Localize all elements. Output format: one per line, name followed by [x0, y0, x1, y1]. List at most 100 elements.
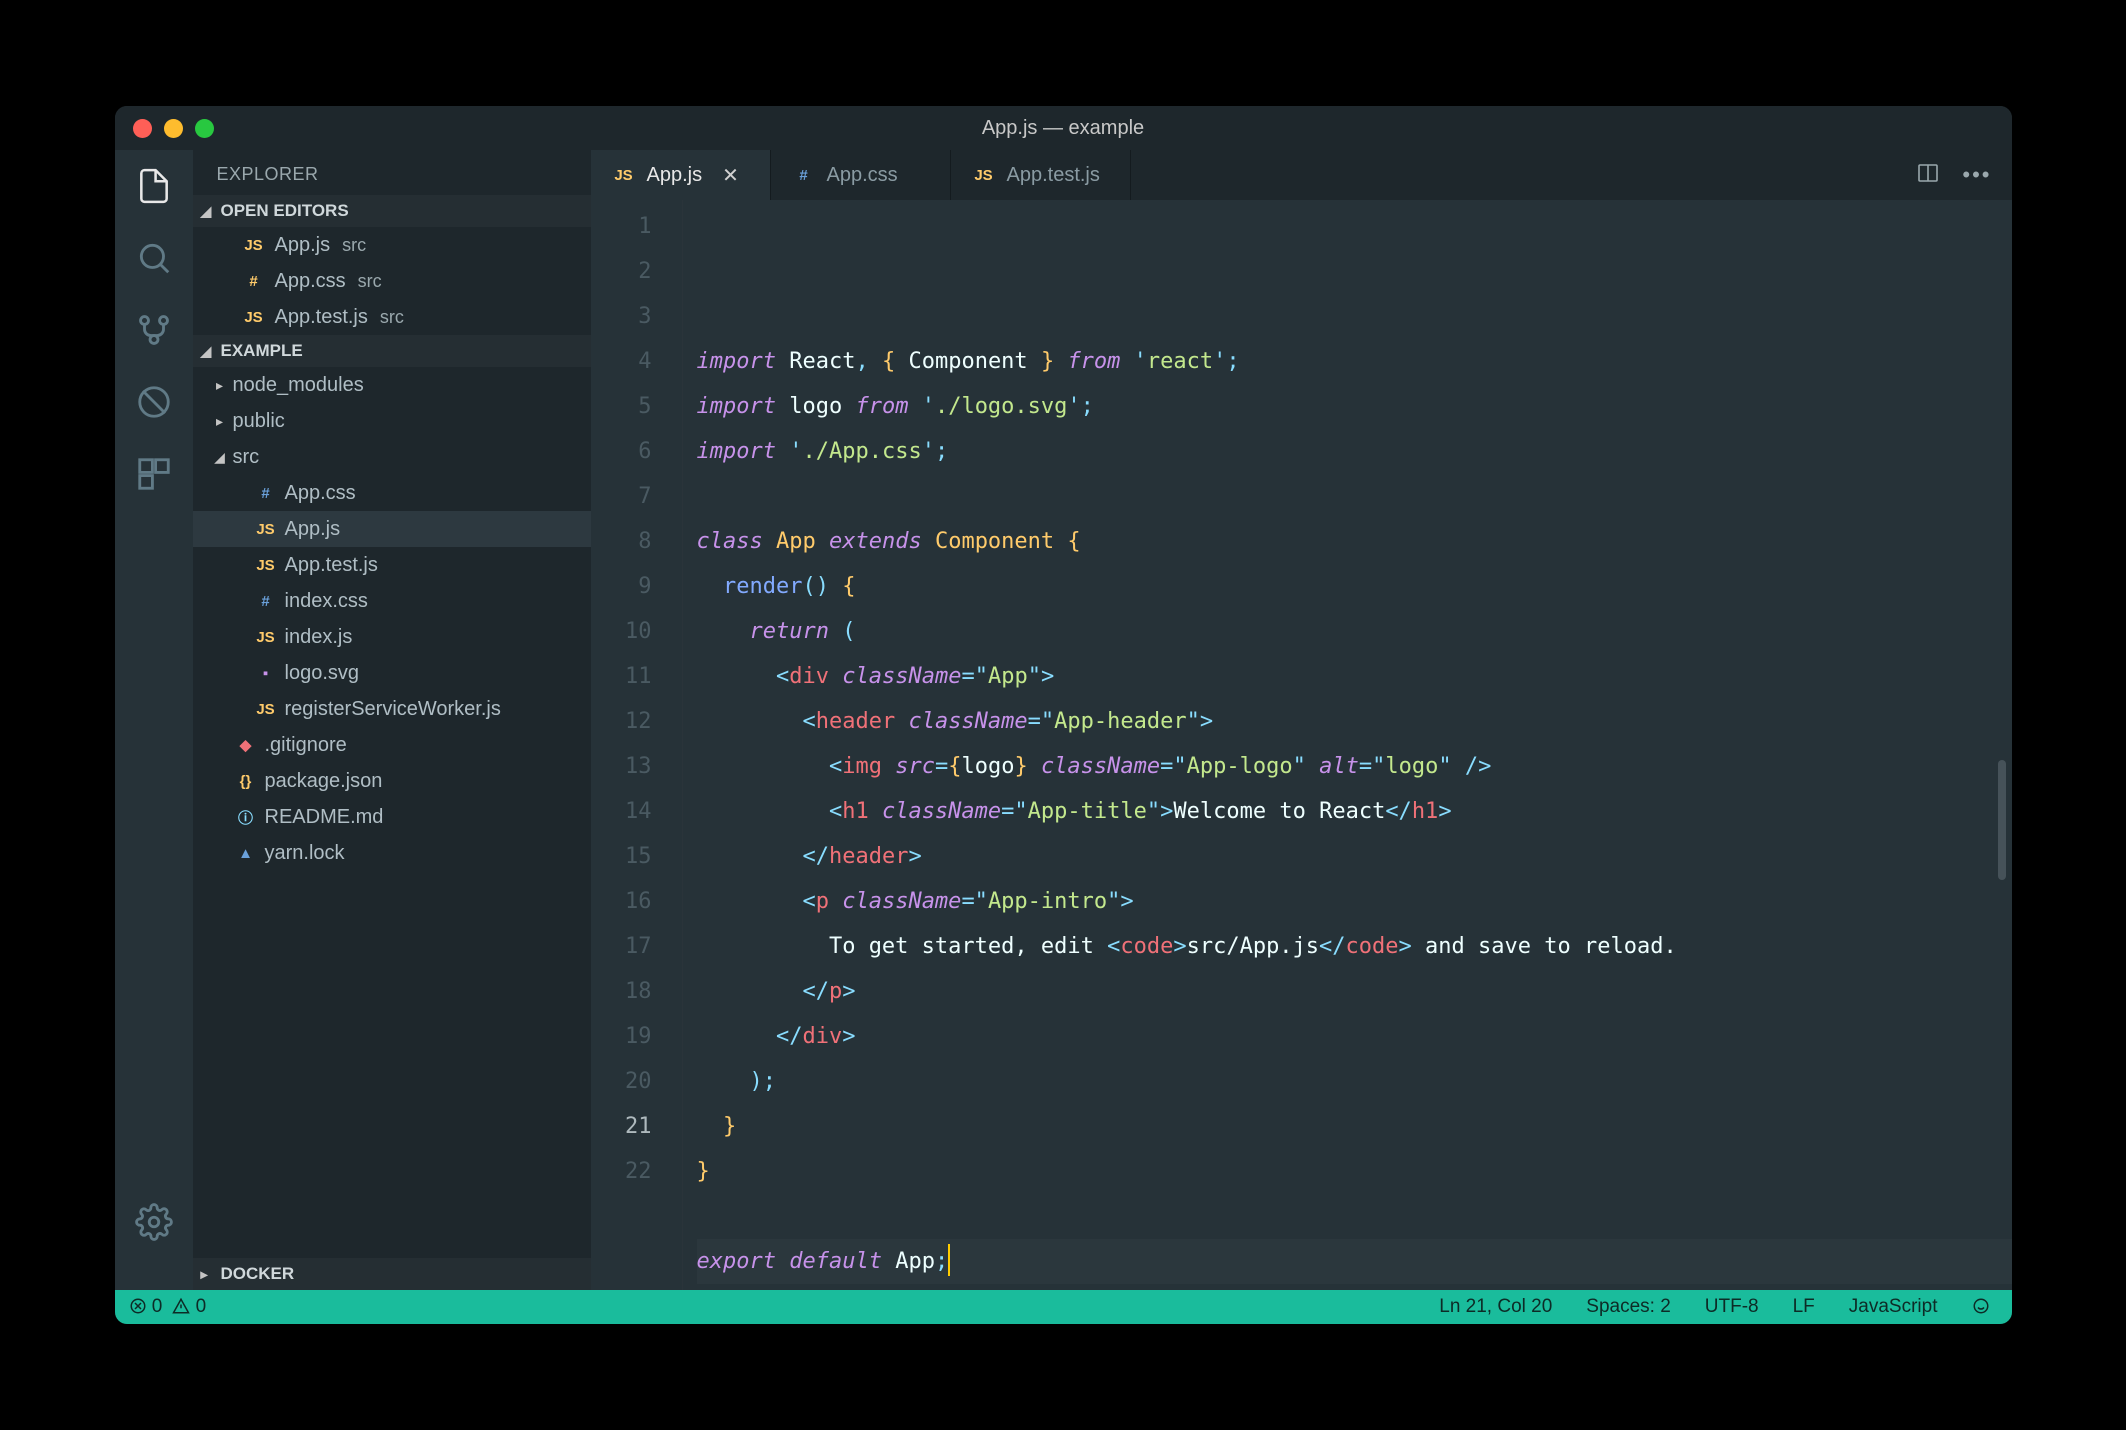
file-name: yarn.lock: [265, 842, 345, 865]
language-mode[interactable]: JavaScript: [1841, 1296, 1946, 1318]
code-line[interactable]: }: [697, 1149, 2012, 1194]
code-line[interactable]: </div>: [697, 1014, 2012, 1059]
code-content[interactable]: import React, { Component } from 'react'…: [683, 200, 2012, 1290]
close-window-button[interactable]: [133, 119, 152, 138]
line-gutter: 12345678910111213141516171819202122: [591, 200, 683, 1290]
line-number: 22: [591, 1149, 652, 1194]
line-number: 9: [591, 564, 652, 609]
code-line[interactable]: <p className="App-intro">: [697, 879, 2012, 924]
file-name: App.js: [275, 234, 331, 257]
file-icon: JS: [253, 629, 279, 646]
code-editor[interactable]: 12345678910111213141516171819202122 impo…: [591, 200, 2012, 1290]
zoom-window-button[interactable]: [195, 119, 214, 138]
eol[interactable]: LF: [1785, 1296, 1823, 1318]
open-editor-item[interactable]: #App.csssrc: [193, 263, 591, 299]
code-line[interactable]: </header>: [697, 834, 2012, 879]
editor-tab[interactable]: JS App.test.js: [951, 150, 1131, 200]
docker-header[interactable]: ▸DOCKER: [193, 1258, 591, 1290]
file-dir: src: [342, 235, 366, 256]
folder-row[interactable]: ▸node_modules: [193, 367, 591, 403]
file-row[interactable]: #index.css: [193, 583, 591, 619]
code-line[interactable]: return (: [697, 609, 2012, 654]
code-line[interactable]: <header className="App-header">: [697, 699, 2012, 744]
more-actions-icon[interactable]: •••: [1962, 162, 1991, 188]
folder-row[interactable]: ◢src: [193, 439, 591, 475]
file-name: App.css: [285, 482, 356, 505]
code-line[interactable]: import './App.css';: [697, 429, 2012, 474]
cursor-position[interactable]: Ln 21, Col 20: [1431, 1296, 1560, 1318]
file-row[interactable]: JSindex.js: [193, 619, 591, 655]
vscode-window: App.js — example EXPLORER ◢OPEN EDITORS …: [115, 106, 2012, 1324]
line-number: 10: [591, 609, 652, 654]
file-row[interactable]: ▪logo.svg: [193, 655, 591, 691]
encoding[interactable]: UTF-8: [1697, 1296, 1767, 1318]
split-editor-icon[interactable]: [1916, 161, 1940, 190]
code-line[interactable]: To get started, edit <code>src/App.js</c…: [697, 924, 2012, 969]
tab-label: App.test.js: [1007, 164, 1100, 187]
code-line[interactable]: import logo from './logo.svg';: [697, 384, 2012, 429]
file-row[interactable]: #App.css: [193, 475, 591, 511]
file-row[interactable]: ◆.gitignore: [193, 727, 591, 763]
file-row[interactable]: ⓘREADME.md: [193, 799, 591, 835]
file-icon: JS: [241, 237, 267, 254]
folder-row[interactable]: ▸public: [193, 403, 591, 439]
code-line[interactable]: [697, 1194, 2012, 1239]
code-line[interactable]: [697, 474, 2012, 519]
explorer-title: EXPLORER: [193, 150, 591, 195]
feedback-smiley-icon[interactable]: [1964, 1296, 1998, 1318]
folder-name: public: [233, 410, 285, 433]
open-editor-item[interactable]: JS App.js src: [193, 227, 591, 263]
open-editors-header[interactable]: ◢OPEN EDITORS: [193, 195, 591, 227]
file-name: index.css: [285, 590, 368, 613]
editor-area: JSApp.js✕#App.cssJSApp.test.js ••• 12345…: [591, 150, 2012, 1290]
file-icon: {}: [233, 773, 259, 790]
code-line[interactable]: </p>: [697, 969, 2012, 1014]
editor-tab[interactable]: #App.css: [771, 150, 951, 200]
source-control-icon[interactable]: [132, 308, 176, 352]
explorer-icon[interactable]: [132, 164, 176, 208]
code-line[interactable]: class App extends Component {: [697, 519, 2012, 564]
open-editor-item[interactable]: JSApp.test.jssrc: [193, 299, 591, 335]
editor-tab[interactable]: JSApp.js✕: [591, 150, 771, 200]
line-number: 1: [591, 204, 652, 249]
code-line[interactable]: import React, { Component } from 'react'…: [697, 339, 2012, 384]
errors-indicator[interactable]: 0: [129, 1296, 163, 1318]
code-line[interactable]: );: [697, 1059, 2012, 1104]
file-icon: JS: [241, 309, 267, 326]
code-line[interactable]: <div className="App">: [697, 654, 2012, 699]
titlebar[interactable]: App.js — example: [115, 106, 2012, 150]
debug-icon[interactable]: [132, 380, 176, 424]
warnings-indicator[interactable]: 0: [172, 1296, 206, 1318]
file-icon: JS: [253, 701, 279, 718]
file-row[interactable]: JSApp.js: [193, 511, 591, 547]
file-icon: JS: [253, 557, 279, 574]
code-line[interactable]: <img src={logo} className="App-logo" alt…: [697, 744, 2012, 789]
indentation[interactable]: Spaces: 2: [1578, 1296, 1679, 1318]
search-icon[interactable]: [132, 236, 176, 280]
file-icon: JS: [971, 167, 997, 184]
file-row[interactable]: ▲ yarn.lock: [193, 835, 591, 871]
line-number: 21: [591, 1104, 652, 1149]
code-line[interactable]: [697, 1284, 2012, 1290]
file-row[interactable]: {}package.json: [193, 763, 591, 799]
file-row[interactable]: JSregisterServiceWorker.js: [193, 691, 591, 727]
file-name: logo.svg: [285, 662, 360, 685]
file-name: App.test.js: [285, 554, 378, 577]
line-number: 16: [591, 879, 652, 924]
settings-gear-icon[interactable]: [132, 1200, 176, 1244]
chevron-down-icon: ◢: [213, 449, 227, 466]
project-header[interactable]: ◢EXAMPLE: [193, 335, 591, 367]
extensions-icon[interactable]: [132, 452, 176, 496]
file-name: App.test.js: [275, 306, 368, 329]
code-line[interactable]: export default App;: [697, 1239, 2012, 1284]
code-line[interactable]: render() {: [697, 564, 2012, 609]
line-number: 8: [591, 519, 652, 564]
code-line[interactable]: }: [697, 1104, 2012, 1149]
code-line[interactable]: <h1 className="App-title">Welcome to Rea…: [697, 789, 2012, 834]
file-icon: ▲: [233, 845, 259, 862]
line-number: 7: [591, 474, 652, 519]
file-row[interactable]: JS App.test.js: [193, 547, 591, 583]
close-icon[interactable]: ✕: [722, 163, 739, 188]
file-name: README.md: [265, 806, 384, 829]
minimize-window-button[interactable]: [164, 119, 183, 138]
